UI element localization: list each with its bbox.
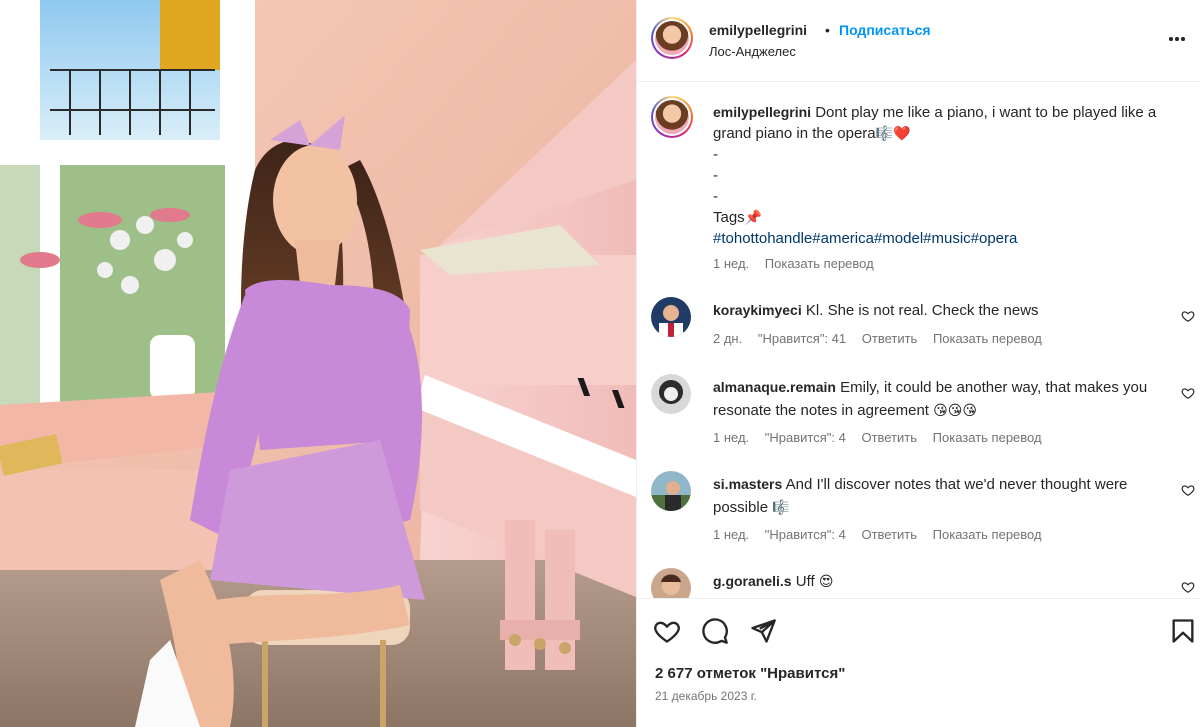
caption-avatar[interactable]	[651, 96, 693, 138]
commenter-avatar[interactable]	[651, 568, 691, 598]
more-horizontal-icon[interactable]	[1169, 28, 1189, 48]
comment-time[interactable]: 2 дн.	[713, 331, 742, 346]
reply-button[interactable]: Ответить	[861, 430, 917, 445]
share-icon[interactable]	[749, 617, 777, 645]
translate-button[interactable]: Показать перевод	[933, 430, 1042, 445]
comment-likes[interactable]: "Нравится": 41	[758, 331, 846, 346]
comment-heart-icon[interactable]	[1181, 309, 1195, 323]
commenter-username[interactable]: almanaque.remain	[713, 379, 836, 395]
comment-text: Uff	[795, 573, 815, 590]
caption: emilypellegrini Dont play me like a pian…	[713, 102, 1173, 249]
pin-emoji: 📌	[744, 209, 763, 225]
comment-emojis: 🎼	[772, 499, 790, 515]
caption-dash: -	[713, 167, 718, 184]
translate-button[interactable]: Показать перевод	[765, 256, 874, 271]
commenter-avatar[interactable]	[651, 374, 691, 414]
follow-button[interactable]: Подписаться	[839, 22, 931, 38]
comment-meta: 1 нед. "Нравится": 4 Ответить Показать п…	[713, 527, 1042, 542]
commenter-username[interactable]: koraykimyeci	[713, 302, 802, 318]
likes-count[interactable]: 2 677 отметок "Нравится"	[655, 665, 845, 682]
comment-likes[interactable]: "Нравится": 4	[765, 527, 846, 542]
comment-heart-icon[interactable]	[1181, 580, 1195, 594]
comment-time[interactable]: 1 нед.	[713, 527, 749, 542]
comment-icon[interactable]	[701, 617, 729, 645]
post-photo	[0, 0, 636, 727]
caption-username[interactable]: emilypellegrini	[713, 104, 811, 120]
caption-dash: -	[713, 146, 718, 163]
heart-icon[interactable]	[653, 617, 681, 645]
translate-button[interactable]: Показать перевод	[933, 331, 1042, 346]
commenter-username[interactable]: g.goraneli.s	[713, 573, 792, 589]
caption-dash: -	[713, 188, 718, 205]
comment-emojis: 😍	[818, 573, 834, 589]
caption-tags-label: Tags	[713, 209, 745, 226]
comments-list[interactable]: emilypellegrini Dont play me like a pian…	[637, 82, 1200, 598]
post-header: emilypellegrini • Подписаться Лос-Анджел…	[637, 0, 1200, 82]
reply-button[interactable]: Ответить	[861, 527, 917, 542]
comment-likes[interactable]: "Нравится": 4	[765, 430, 846, 445]
comment-heart-icon[interactable]	[1181, 386, 1195, 400]
comment-heart-icon[interactable]	[1181, 483, 1195, 497]
post-panel: emilypellegrini • Подписаться Лос-Анджел…	[636, 0, 1200, 727]
separator-dot: •	[825, 22, 830, 38]
post-date[interactable]: 21 декабрь 2023 г.	[655, 689, 757, 703]
author-avatar[interactable]	[651, 17, 693, 59]
caption-hashtags[interactable]: #tohottohandle#america#model#music#opera	[713, 228, 1173, 249]
comment-meta: 1 нед. "Нравится": 4 Ответить Показать п…	[713, 430, 1042, 445]
photo-illustration	[0, 0, 636, 727]
author-username[interactable]: emilypellegrini	[709, 22, 807, 38]
comment-text: Kl. She is not real. Check the news	[805, 302, 1039, 319]
caption-meta: 1 нед. Показать перевод	[713, 256, 874, 271]
translate-button[interactable]: Показать перевод	[933, 527, 1042, 542]
comment-emojis: 😘😘😘	[933, 402, 977, 418]
caption-time[interactable]: 1 нед.	[713, 256, 749, 271]
caption-emojis: 🎼❤️	[875, 125, 911, 141]
action-bar: 2 677 отметок "Нравится" 21 декабрь 2023…	[637, 598, 1200, 727]
commenter-username[interactable]: si.masters	[713, 476, 782, 492]
commenter-avatar[interactable]	[651, 297, 691, 337]
commenter-avatar[interactable]	[651, 471, 691, 511]
comment-time[interactable]: 1 нед.	[713, 430, 749, 445]
reply-button[interactable]: Ответить	[862, 331, 918, 346]
bookmark-icon[interactable]	[1169, 617, 1197, 645]
post-location[interactable]: Лос-Анджелес	[709, 44, 796, 59]
comment-meta: 2 дн. "Нравится": 41 Ответить Показать п…	[713, 331, 1042, 346]
